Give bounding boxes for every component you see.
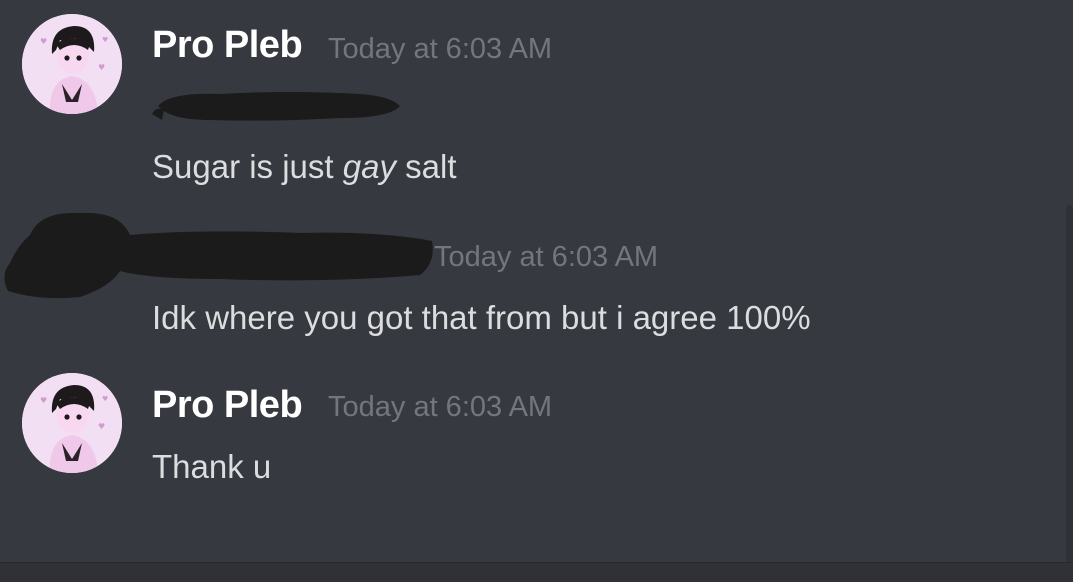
user-avatar-icon[interactable]: ♥ ♥ ♥ xyxy=(22,373,122,473)
svg-text:♥: ♥ xyxy=(102,395,108,403)
redaction-scribble xyxy=(152,92,400,121)
svg-text:♥: ♥ xyxy=(40,37,47,46)
svg-text:♥: ♥ xyxy=(98,63,105,72)
message-text: Idk where you got that from but i agree … xyxy=(152,299,811,336)
message-text: Thank u xyxy=(152,448,272,485)
message-author[interactable]: Pro Pleb xyxy=(152,24,303,67)
message-list: ♥ ♥ ♥ Pro Pleb Today at 6:03 AM Sugar is… xyxy=(0,0,1073,562)
message-timestamp[interactable]: Today at 6:03 AM xyxy=(434,241,658,274)
emphasized-word: gay xyxy=(342,148,396,185)
chat-bottom-bar xyxy=(0,562,1073,582)
avatar-illustration: ♥ ♥ ♥ xyxy=(22,373,122,473)
svg-text:♥: ♥ xyxy=(40,396,47,405)
scrollbar[interactable] xyxy=(1066,205,1073,562)
svg-text:♥: ♥ xyxy=(98,422,105,431)
avatar-illustration: ♥ ♥ ♥ xyxy=(22,14,122,114)
message-author[interactable]: Pro Pleb xyxy=(152,384,303,427)
message-text: Sugar is just gay salt xyxy=(152,148,457,185)
user-avatar-icon[interactable]: ♥ ♥ ♥ xyxy=(22,14,122,114)
message-timestamp[interactable]: Today at 6:03 AM xyxy=(328,33,552,66)
redaction-scribble xyxy=(4,212,433,299)
svg-text:♥: ♥ xyxy=(102,36,108,44)
message-timestamp[interactable]: Today at 6:03 AM xyxy=(328,391,552,424)
